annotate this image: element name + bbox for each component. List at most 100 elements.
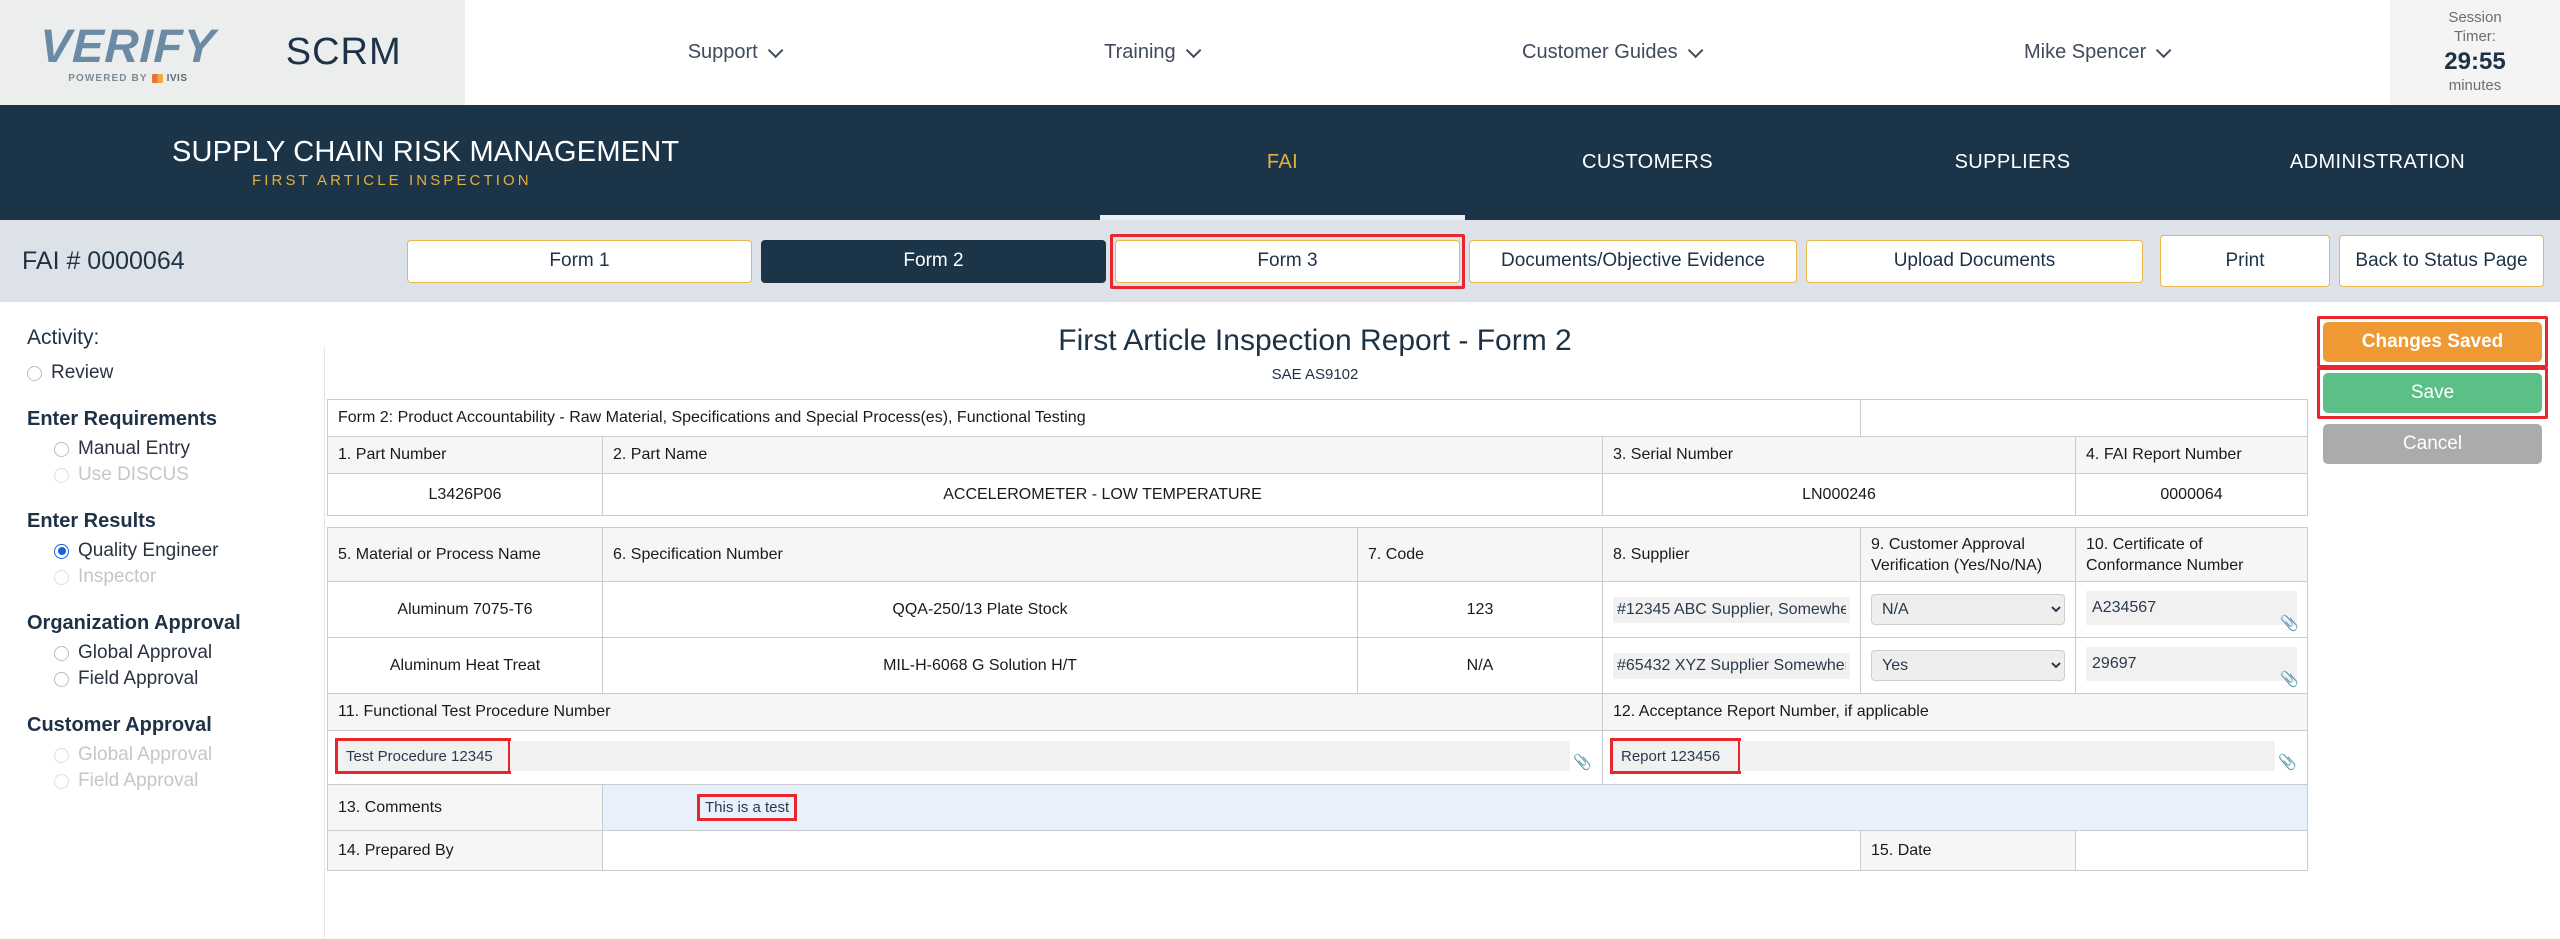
brand-block: SUPPLY CHAIN RISK MANAGEMENT FIRST ARTIC… bbox=[0, 105, 1100, 220]
nav-training[interactable]: Training bbox=[1104, 41, 1202, 64]
value-prepared-by[interactable] bbox=[601, 830, 1862, 871]
header-code: 7. Code bbox=[1357, 527, 1603, 582]
activity-sidebar: Activity: Review Enter Requirements Manu… bbox=[0, 302, 325, 939]
session-timer: Session Timer: 29:55 minutes bbox=[2390, 0, 2560, 105]
paperclip-icon[interactable]: 📎 bbox=[2280, 672, 2299, 689]
sidebar-option-cust-field-approval: Field Approval bbox=[27, 768, 325, 794]
print-button[interactable]: Print bbox=[2160, 235, 2330, 287]
acceptance-report-input[interactable] bbox=[1610, 738, 1741, 774]
product-name: SCRM bbox=[285, 31, 402, 73]
test-procedure-input[interactable] bbox=[335, 738, 511, 774]
nav-item-administration[interactable]: ADMINISTRATION bbox=[2195, 105, 2560, 220]
radio-icon[interactable] bbox=[27, 365, 42, 381]
radio-icon bbox=[54, 569, 69, 585]
sidebar-option-org-global-approval[interactable]: Global Approval bbox=[27, 640, 325, 666]
header-fai-report-number: 4. FAI Report Number bbox=[2075, 436, 2309, 474]
sidebar-option-cust-global-approval-label: Global Approval bbox=[78, 744, 213, 765]
header-specification-number: 6. Specification Number bbox=[602, 527, 1358, 582]
paperclip-icon[interactable]: 📎 bbox=[2278, 755, 2297, 772]
sidebar-option-quality-engineer-label: Quality Engineer bbox=[78, 540, 219, 561]
acceptance-report-field-fill[interactable] bbox=[1740, 741, 2276, 771]
verify-wordmark: VERIFY bbox=[39, 18, 217, 72]
coc-input-2[interactable] bbox=[2086, 647, 2298, 681]
activity-label: Activity: bbox=[27, 326, 100, 349]
nav-support[interactable]: Support bbox=[687, 41, 784, 64]
group-title-customer-approval: Customer Approval bbox=[27, 714, 212, 736]
coc-input-1[interactable] bbox=[2086, 591, 2298, 625]
changes-saved-status: Changes Saved bbox=[2323, 322, 2542, 362]
save-button[interactable]: Save bbox=[2323, 373, 2542, 413]
table-row: Form 2: Product Accountability - Raw Mat… bbox=[326, 399, 2309, 437]
tab-form-2[interactable]: Form 2 bbox=[761, 239, 1106, 283]
nav-item-suppliers-label: SUPPLIERS bbox=[1954, 151, 2071, 173]
back-to-status-page-button[interactable]: Back to Status Page bbox=[2339, 235, 2544, 287]
value-fai-report-number: 0000064 bbox=[2075, 473, 2309, 516]
sidebar-option-inspector-label: Inspector bbox=[78, 566, 157, 587]
nav-item-fai-label: FAI bbox=[1266, 151, 1299, 173]
nav-customer-guides[interactable]: Customer Guides bbox=[1522, 41, 1704, 64]
header-part-number: 1. Part Number bbox=[327, 436, 603, 474]
table-row: 13. Comments This is a test bbox=[327, 784, 2309, 831]
cancel-button[interactable]: Cancel bbox=[2323, 424, 2542, 464]
fai-form-2-table: Form 2: Product Accountability - Raw Mat… bbox=[326, 399, 2309, 871]
radio-icon[interactable] bbox=[54, 441, 69, 457]
coc-input-wrapper-1: 📎 bbox=[2086, 585, 2299, 634]
coc-field-1-cell: 📎 bbox=[2075, 581, 2309, 638]
paperclip-icon[interactable]: 📎 bbox=[2280, 616, 2299, 633]
page-body: Activity: Review Enter Requirements Manu… bbox=[0, 302, 2560, 939]
nav-support-label: Support bbox=[687, 41, 758, 63]
fai-number: FAI # 0000064 bbox=[22, 246, 185, 275]
table-row: 11. Functional Test Procedure Number 12.… bbox=[327, 693, 2309, 731]
customer-approval-select-1[interactable]: N/A bbox=[1871, 594, 2066, 625]
logo-block: VERIFY POWERED BY IVIS SCRM bbox=[0, 0, 465, 105]
comments-cell[interactable]: This is a test bbox=[601, 784, 2309, 831]
tab-form-3[interactable]: Form 3 bbox=[1115, 239, 1460, 283]
verify-logo[interactable]: VERIFY POWERED BY IVIS bbox=[39, 18, 217, 84]
session-timer-value: 29:55 bbox=[2444, 47, 2506, 75]
table-row: 5. Material or Process Name 6. Specifica… bbox=[327, 527, 2309, 582]
session-timer-line1: Session bbox=[2448, 9, 2502, 27]
nav-user-label: Mike Spencer bbox=[2024, 41, 2147, 63]
cancel-wrapper: Cancel bbox=[2323, 424, 2542, 464]
table-row: 14. Prepared By 15. Date bbox=[327, 830, 2309, 871]
nav-training-label: Training bbox=[1104, 41, 1176, 63]
customer-approval-2-cell: Yes bbox=[1860, 637, 2077, 694]
table-row: Aluminum Heat Treat MIL-H-6068 G Solutio… bbox=[327, 637, 2309, 694]
value-material-1: Aluminum 7075-T6 bbox=[327, 581, 603, 638]
nav-item-suppliers[interactable]: SUPPLIERS bbox=[1830, 105, 2195, 220]
test-procedure-field-fill[interactable] bbox=[510, 741, 1570, 771]
tab-documents-objective-evidence[interactable]: Documents/Objective Evidence bbox=[1469, 239, 1797, 283]
sidebar-option-review[interactable]: Review bbox=[27, 360, 325, 386]
tab-form-1[interactable]: Form 1 bbox=[407, 239, 752, 283]
supplier-field-2-cell bbox=[1601, 637, 1862, 694]
supplier-input-1[interactable] bbox=[1613, 596, 1851, 623]
value-spec-1: QQA-250/13 Plate Stock bbox=[602, 581, 1358, 638]
test-procedure-input-wrapper: 📎 bbox=[335, 735, 1592, 780]
customer-approval-select-2[interactable]: Yes bbox=[1871, 650, 2066, 681]
tab-upload-documents[interactable]: Upload Documents bbox=[1806, 239, 2143, 283]
coc-field-2-cell: 📎 bbox=[2075, 637, 2309, 694]
nav-item-fai[interactable]: FAI bbox=[1100, 105, 1465, 220]
sidebar-option-use-discus: Use DISCUS bbox=[27, 462, 325, 488]
radio-icon[interactable] bbox=[54, 645, 69, 661]
value-date[interactable] bbox=[2075, 830, 2309, 871]
nav-item-customers[interactable]: CUSTOMERS bbox=[1465, 105, 1830, 220]
sidebar-option-manual-entry[interactable]: Manual Entry bbox=[27, 436, 325, 462]
header-comments: 13. Comments bbox=[327, 784, 603, 831]
value-code-1: 123 bbox=[1357, 581, 1603, 638]
sidebar-option-org-field-approval[interactable]: Field Approval bbox=[27, 666, 325, 692]
comments-value[interactable]: This is a test bbox=[697, 794, 798, 821]
value-material-2: Aluminum Heat Treat bbox=[327, 637, 603, 694]
header-functional-test-procedure-number: 11. Functional Test Procedure Number bbox=[327, 693, 1603, 731]
top-utility-bar: VERIFY POWERED BY IVIS SCRM Support Trai… bbox=[0, 0, 2560, 105]
nav-user-menu[interactable]: Mike Spencer bbox=[2024, 41, 2172, 64]
radio-icon[interactable] bbox=[54, 543, 69, 559]
paperclip-icon[interactable]: 📎 bbox=[1573, 755, 1592, 772]
sidebar-option-quality-engineer[interactable]: Quality Engineer bbox=[27, 538, 325, 564]
supplier-input-2[interactable] bbox=[1613, 652, 1851, 679]
session-timer-unit: minutes bbox=[2448, 76, 2502, 94]
sidebar-option-org-field-approval-label: Field Approval bbox=[78, 668, 199, 689]
group-title-organization-approval: Organization Approval bbox=[27, 612, 241, 634]
radio-icon[interactable] bbox=[54, 671, 69, 687]
sidebar-option-cust-field-approval-label: Field Approval bbox=[78, 770, 199, 791]
